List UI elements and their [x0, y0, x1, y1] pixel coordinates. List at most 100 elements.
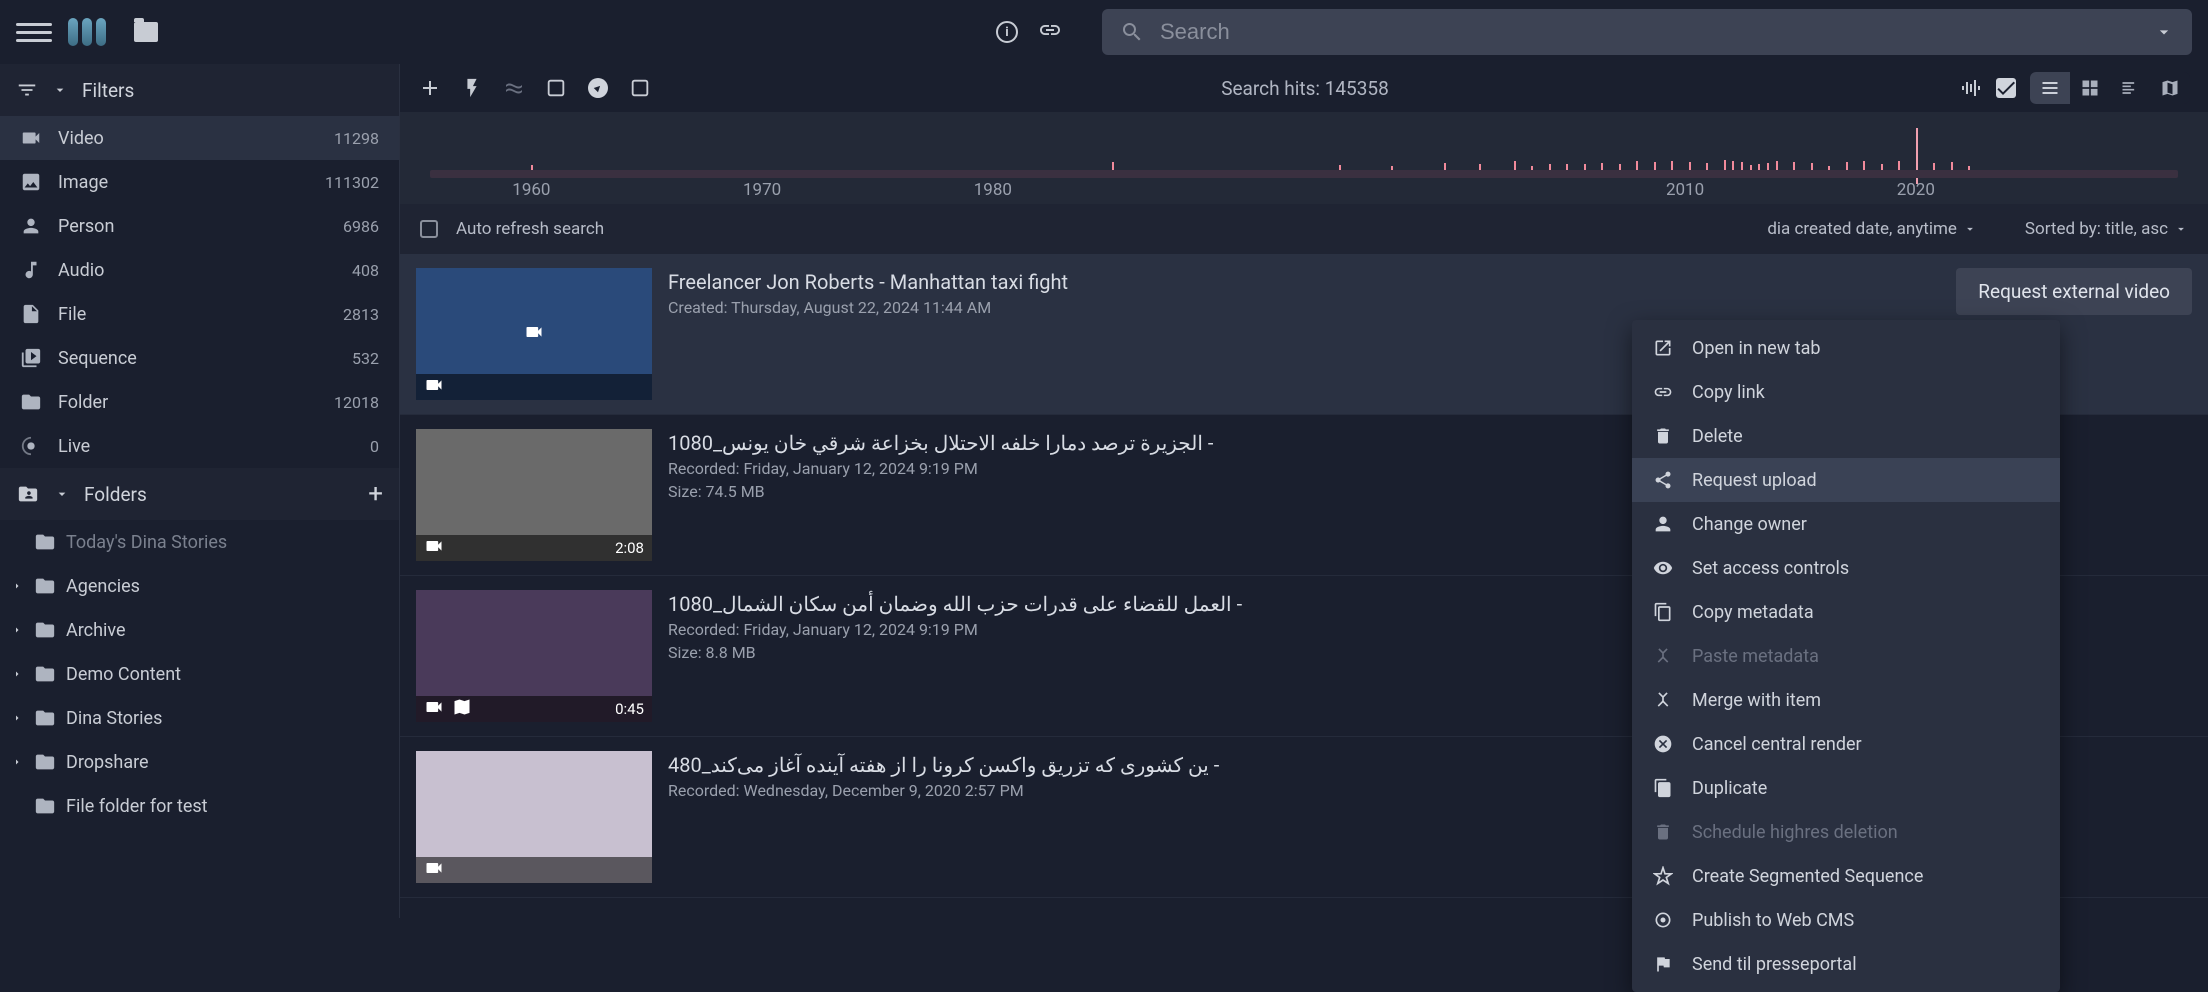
chevron-right-icon	[11, 624, 23, 636]
duration-label: 2:08	[615, 539, 644, 557]
ctx-publish-to-web-cms[interactable]: Publish to Web CMS	[1632, 898, 2060, 942]
folder-item[interactable]: Today's Dina Stories	[0, 520, 399, 564]
thumbnail[interactable]	[416, 751, 652, 883]
add-folder-button[interactable]: +	[368, 479, 383, 509]
filter-count: 12018	[334, 393, 379, 412]
folder-item[interactable]: Demo Content	[0, 652, 399, 696]
folders-header[interactable]: Folders +	[0, 468, 399, 520]
app-logo[interactable]	[68, 18, 118, 46]
folder-item[interactable]: Agencies	[0, 564, 399, 608]
chevron-right-icon	[11, 712, 23, 724]
ctx-copy-metadata[interactable]: Copy metadata	[1632, 590, 2060, 634]
filter-count: 11298	[334, 129, 379, 148]
content-toolbar: Search hits: 145358	[400, 64, 2208, 112]
filter-image[interactable]: Image 111302	[0, 160, 399, 204]
request-video-button[interactable]: Request external video	[1956, 268, 2192, 315]
chevron-down-icon	[2174, 222, 2188, 236]
ctx-copy-link[interactable]: Copy link	[1632, 370, 2060, 414]
target-icon	[1652, 909, 1674, 931]
square2-icon[interactable]	[628, 76, 652, 100]
videocam-icon	[424, 697, 444, 721]
filter-audio[interactable]: Audio 408	[0, 248, 399, 292]
trash-icon	[1652, 425, 1674, 447]
folder-icon[interactable]	[134, 22, 158, 42]
folder-item[interactable]: Dropshare	[0, 740, 399, 784]
filter-count: 111302	[325, 173, 379, 192]
funnel-icon	[16, 79, 38, 101]
date-filter-dropdown[interactable]: dia created date, anytime	[1767, 219, 1977, 239]
timeline[interactable]: 19601970198020102020	[400, 112, 2208, 204]
ctx-label: Merge with item	[1692, 690, 1821, 711]
folder-icon	[34, 531, 56, 553]
ctx-set-access-controls[interactable]: Set access controls	[1632, 546, 2060, 590]
filter-person[interactable]: Person 6986	[0, 204, 399, 248]
ctx-delete[interactable]: Delete	[1632, 414, 2060, 458]
bolt-icon[interactable]	[460, 76, 484, 100]
square-icon[interactable]	[544, 76, 568, 100]
ctx-schedule-highres-deletion: Schedule highres deletion	[1632, 810, 2060, 854]
filter-label: Image	[58, 172, 309, 193]
waveform-icon[interactable]	[1958, 76, 1982, 100]
thumbnail[interactable]	[416, 268, 652, 400]
person-icon	[20, 215, 42, 237]
folder-item[interactable]: Dina Stories	[0, 696, 399, 740]
folder-item[interactable]: Archive	[0, 608, 399, 652]
check-icon[interactable]	[1994, 76, 2018, 100]
chevron-right-icon	[11, 668, 23, 680]
file-icon	[20, 303, 42, 325]
approx-icon[interactable]	[502, 76, 526, 100]
search-dropdown-icon[interactable]	[2154, 22, 2174, 42]
filter-folder[interactable]: Folder 12018	[0, 380, 399, 424]
ctx-cancel-central-render[interactable]: Cancel central render	[1632, 722, 2060, 766]
timeline-label: 1980	[974, 180, 1012, 200]
auto-refresh-label: Auto refresh search	[456, 219, 604, 239]
filter-video[interactable]: Video 11298	[0, 116, 399, 160]
link-icon	[1652, 381, 1674, 403]
ctx-send-til-presseportal[interactable]: Send til presseportal	[1632, 942, 2060, 986]
copy-icon	[1652, 601, 1674, 623]
search-bar	[1102, 9, 2192, 55]
person-icon	[1652, 513, 1674, 535]
compact-view-button[interactable]	[2110, 72, 2150, 104]
context-menu: Open in new tab Copy link Delete Request…	[1632, 320, 2060, 992]
circle-arrow-icon[interactable]	[586, 76, 610, 100]
shared-folder-icon	[16, 483, 40, 505]
ctx-request-upload[interactable]: Request upload	[1632, 458, 2060, 502]
add-button[interactable]	[418, 76, 442, 100]
ctx-change-owner[interactable]: Change owner	[1632, 502, 2060, 546]
chevron-right-icon	[11, 756, 23, 768]
search-input[interactable]	[1160, 19, 2138, 45]
ctx-label: Set access controls	[1692, 558, 1849, 579]
map-view-button[interactable]	[2150, 72, 2190, 104]
filters-header[interactable]: Filters	[0, 64, 399, 116]
ctx-label: Copy link	[1692, 382, 1765, 403]
ctx-label: Duplicate	[1692, 778, 1767, 799]
cancel-icon	[1652, 733, 1674, 755]
filter-count: 0	[370, 437, 379, 456]
timeline-label: 1960	[512, 180, 550, 200]
filter-file[interactable]: File 2813	[0, 292, 399, 336]
ctx-label: Open in new tab	[1692, 338, 1821, 359]
grid-view-button[interactable]	[2070, 72, 2110, 104]
filter-live[interactable]: Live 0	[0, 424, 399, 468]
ctx-merge-with-item[interactable]: Merge with item	[1632, 678, 2060, 722]
ctx-create-segmented-sequence[interactable]: Create Segmented Sequence	[1632, 854, 2060, 898]
sort-dropdown[interactable]: Sorted by: title, asc	[2025, 219, 2188, 239]
filter-sequence[interactable]: Sequence 532	[0, 336, 399, 380]
ctx-duplicate[interactable]: Duplicate	[1632, 766, 2060, 810]
share-icon	[1652, 469, 1674, 491]
ctx-label: Delete	[1692, 426, 1743, 447]
ctx-open-in-new-tab[interactable]: Open in new tab	[1632, 326, 2060, 370]
folder-icon	[34, 575, 56, 597]
link-icon[interactable]	[1038, 18, 1062, 46]
list-view-button[interactable]	[2030, 72, 2070, 104]
flag-icon	[1652, 953, 1674, 975]
thumbnail[interactable]: 0:45	[416, 590, 652, 722]
hamburger-menu-icon[interactable]	[16, 14, 52, 50]
thumbnail[interactable]: 2:08	[416, 429, 652, 561]
folder-item[interactable]: File folder for test	[0, 784, 399, 828]
search-hits-label: Search hits: 145358	[670, 77, 1940, 100]
content-area: Search hits: 145358 19601970198020102020	[400, 64, 2208, 918]
auto-refresh-checkbox[interactable]	[420, 220, 438, 238]
info-icon[interactable]: i	[996, 21, 1018, 43]
